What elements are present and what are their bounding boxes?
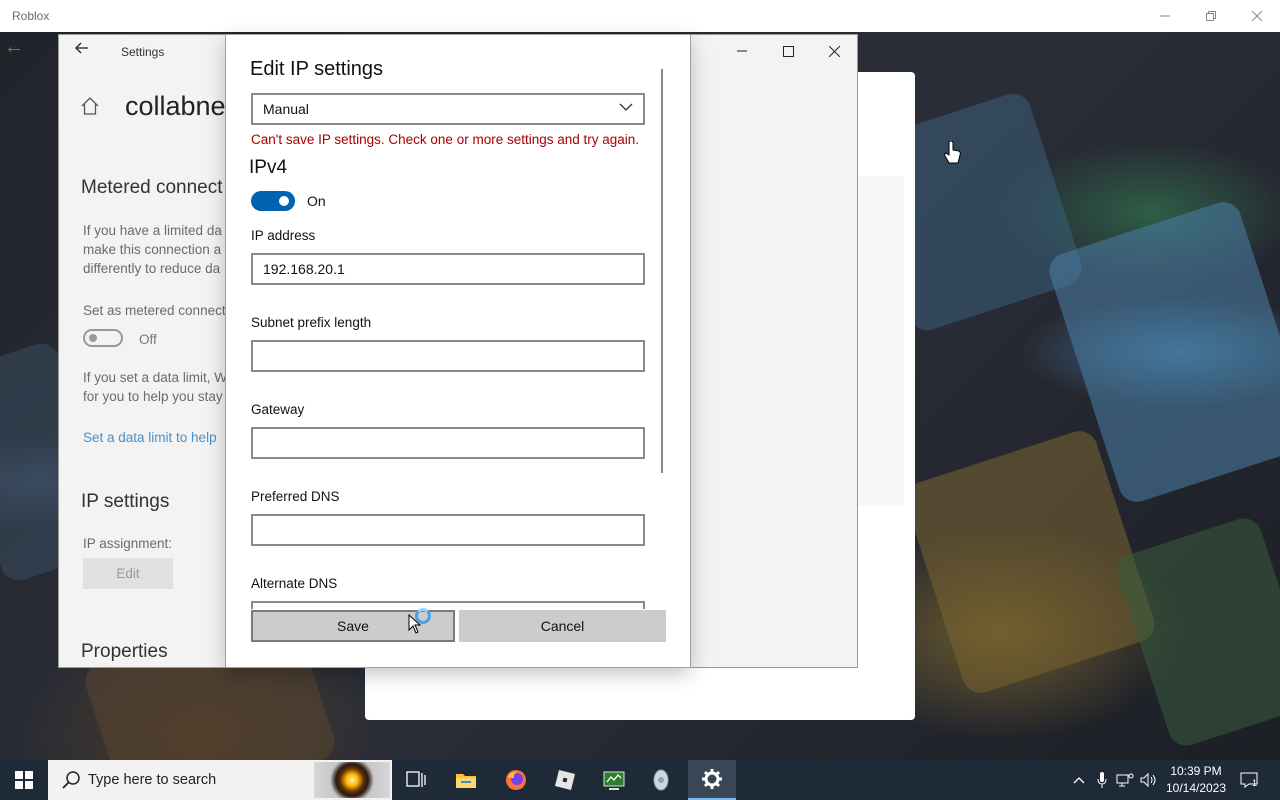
ipv4-toggle[interactable]: [251, 191, 295, 211]
dialog-scrollbar[interactable]: [661, 69, 663, 473]
taskbar: Type here to search 10:39 PM 10/14/2023 …: [0, 760, 1280, 800]
roblox-back-icon[interactable]: ←: [4, 36, 24, 59]
chevron-down-icon: [619, 100, 633, 117]
network-icon: [1116, 773, 1134, 787]
data-limit-line-2: for you to help you stay: [83, 389, 223, 404]
metered-toggle-state: Off: [139, 332, 157, 347]
ipv4-heading: IPv4: [249, 157, 288, 178]
ip-address-input[interactable]: [251, 253, 645, 285]
search-highlight-image: [314, 762, 390, 798]
firefox-icon: [506, 770, 526, 790]
edit-ip-dialog: Edit IP settings Manual Can't save IP se…: [226, 35, 690, 667]
tray-overflow-button[interactable]: [1068, 760, 1090, 800]
busy-indicator-icon: [415, 608, 431, 624]
subnet-label: Subnet prefix length: [251, 315, 372, 330]
set-metered-label: Set as metered connect: [83, 303, 226, 318]
alternate-dns-input[interactable]: [251, 601, 645, 609]
task-view-button[interactable]: [392, 760, 440, 800]
home-icon[interactable]: [81, 97, 99, 120]
metered-desc-line-1: If you have a limited da: [83, 223, 222, 238]
folder-icon: [456, 774, 476, 788]
settings-minimize-button[interactable]: [719, 35, 765, 67]
settings-maximize-button[interactable]: [765, 35, 811, 67]
firefox-button[interactable]: [492, 760, 540, 800]
roblox-taskbar-button[interactable]: [541, 760, 589, 800]
clock-time: 10:39 PM: [1170, 764, 1222, 778]
maximize-icon: [782, 45, 794, 57]
gadget-app-icon: [653, 769, 669, 791]
action-center-button[interactable]: [1236, 760, 1262, 800]
restore-icon: [1206, 11, 1216, 21]
page-title: collabne: [125, 91, 226, 121]
metered-connection-heading: Metered connect: [81, 177, 223, 198]
taskbar-search-box[interactable]: Type here to search: [48, 760, 392, 800]
speaker-icon: [1140, 772, 1156, 788]
subnet-input[interactable]: [251, 340, 645, 372]
settings-back-icon[interactable]: [75, 41, 89, 60]
background-card-panel: [855, 176, 904, 506]
notification-count: 1: [1252, 778, 1258, 788]
microphone-button[interactable]: [1092, 760, 1112, 800]
minimize-icon: [1160, 15, 1170, 17]
volume-button[interactable]: [1138, 760, 1160, 800]
settings-taskbar-button[interactable]: [688, 760, 736, 800]
taskbar-clock[interactable]: 10:39 PM 10/14/2023: [1160, 763, 1232, 797]
task-view-icon: [406, 771, 426, 787]
data-limit-link[interactable]: Set a data limit to help: [83, 430, 217, 445]
microphone-icon: [1097, 772, 1107, 788]
hand-cursor-icon: [944, 141, 961, 164]
close-icon: [828, 45, 840, 57]
ip-settings-heading: IP settings: [81, 491, 170, 512]
roblox-titlebar: Roblox: [0, 0, 1280, 32]
data-limit-line-1: If you set a data limit, W: [83, 370, 228, 385]
metered-desc-line-3: differently to reduce da: [83, 261, 221, 276]
alternate-dns-label: Alternate DNS: [251, 576, 338, 591]
search-icon: [62, 771, 80, 789]
roblox-close-button[interactable]: [1234, 0, 1280, 32]
properties-heading: Properties: [81, 641, 168, 662]
file-explorer-button[interactable]: [442, 760, 490, 800]
windows-logo-icon: [15, 771, 33, 789]
gateway-input[interactable]: [251, 427, 645, 459]
error-message: Can't save IP settings. Check one or mor…: [251, 132, 640, 147]
ip-assignment-label: IP assignment:: [83, 536, 173, 551]
metered-desc-line-2: make this connection a: [83, 242, 222, 257]
ip-mode-dropdown[interactable]: Manual: [251, 93, 645, 125]
network-button[interactable]: [1114, 760, 1136, 800]
ipv4-toggle-state: On: [307, 193, 326, 209]
cancel-button[interactable]: Cancel: [459, 610, 666, 642]
app-taskbar-button[interactable]: [590, 760, 638, 800]
settings-app-title: Settings: [121, 45, 165, 59]
chevron-up-icon: [1073, 777, 1085, 784]
edit-ip-button[interactable]: Edit: [83, 558, 173, 589]
preferred-dns-label: Preferred DNS: [251, 489, 340, 504]
monitor-app-icon: [603, 771, 625, 790]
clock-date: 10/14/2023: [1165, 781, 1227, 795]
dialog-title: Edit IP settings: [250, 58, 384, 80]
roblox-window-title: Roblox: [12, 9, 50, 23]
roblox-restore-button[interactable]: [1188, 0, 1234, 32]
ip-address-label: IP address: [251, 228, 316, 243]
gateway-label: Gateway: [251, 402, 305, 417]
gear-icon: [702, 769, 722, 789]
start-button[interactable]: [0, 760, 48, 800]
ip-mode-selected: Manual: [263, 101, 309, 117]
gadget-taskbar-button[interactable]: [637, 760, 685, 800]
search-placeholder: Type here to search: [88, 772, 217, 788]
close-icon: [1252, 11, 1262, 21]
preferred-dns-input[interactable]: [251, 514, 645, 546]
roblox-icon: [555, 770, 575, 790]
metered-toggle[interactable]: [83, 329, 123, 347]
settings-close-button[interactable]: [811, 35, 857, 67]
minimize-icon: [737, 50, 747, 52]
roblox-minimize-button[interactable]: [1142, 0, 1188, 32]
